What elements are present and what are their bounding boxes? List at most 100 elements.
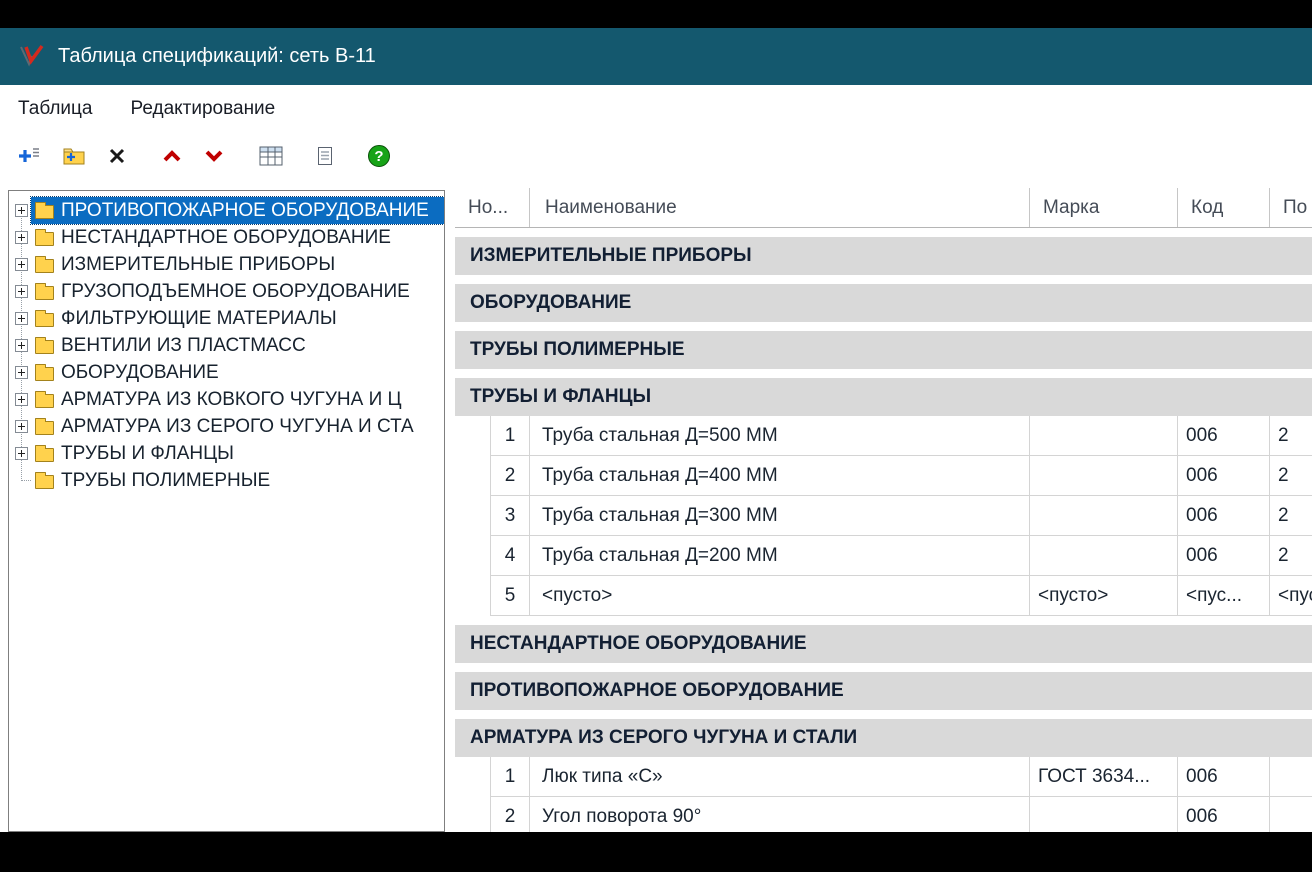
table-view-button[interactable] (256, 140, 286, 174)
cell-name[interactable]: <пусто> (530, 576, 1030, 615)
tree-item[interactable]: ТРУБЫ ПОЛИМЕРНЫЕ (15, 467, 444, 494)
move-up-button[interactable] (158, 140, 186, 174)
cell-kod[interactable]: 006 (1178, 536, 1270, 575)
group-header[interactable]: НЕСТАНДАРТНОЕ ОБОРУДОВАНИЕ (455, 625, 1312, 663)
cell-marka[interactable] (1030, 456, 1178, 495)
tree-item[interactable]: ИЗМЕРИТЕЛЬНЫЕ ПРИБОРЫ (15, 251, 444, 278)
cell-kod[interactable]: 006 (1178, 797, 1270, 832)
menu-item-table[interactable]: Таблица (15, 96, 96, 122)
cell-num[interactable]: 3 (490, 496, 530, 535)
tree-item[interactable]: ГРУЗОПОДЪЕМНОЕ ОБОРУДОВАНИЕ (15, 278, 444, 305)
move-down-button[interactable] (200, 140, 228, 174)
column-header-name[interactable]: Наименование (530, 188, 1030, 227)
tree-item[interactable]: АРМАТУРА ИЗ КОВКОГО ЧУГУНА И Ц (15, 386, 444, 413)
cell-name[interactable]: Люк типа «С» (530, 757, 1030, 796)
tree-item[interactable]: АРМАТУРА ИЗ СЕРОГО ЧУГУНА И СТА (15, 413, 444, 440)
expand-icon[interactable] (15, 312, 28, 325)
cell-num[interactable]: 4 (490, 536, 530, 575)
table-row[interactable]: 5<пусто><пусто><пус...<пусто> (490, 576, 1312, 616)
cell-num[interactable]: 2 (490, 797, 530, 832)
expand-icon[interactable] (15, 366, 28, 379)
group-header[interactable]: ТРУБЫ ПОЛИМЕРНЫЕ (455, 331, 1312, 369)
delete-x-icon (107, 146, 127, 169)
group-header[interactable]: ИЗМЕРИТЕЛЬНЫЕ ПРИБОРЫ (455, 237, 1312, 275)
cell-po[interactable] (1270, 757, 1312, 796)
table-row[interactable]: 2 Угол поворота 90° 006 (490, 797, 1312, 832)
column-header-marka[interactable]: Марка (1030, 188, 1178, 227)
cell-kod[interactable]: 006 (1178, 456, 1270, 495)
cell-name[interactable]: Труба стальная Д=500 ММ (530, 416, 1030, 455)
spec-table: Но... Наименование Марка Код По ИЗМЕРИТЕЛЬНЫ… (455, 188, 1312, 832)
group-header[interactable]: ПРОТИВОПОЖАРНОЕ ОБОРУДОВАНИЕ (455, 672, 1312, 710)
folder-icon (35, 310, 54, 327)
table-row[interactable]: 3 Труба стальная Д=300 ММ 006 2 (490, 496, 1312, 536)
table-row[interactable]: 1 Люк типа «С» ГОСТ 3634... 006 (490, 757, 1312, 797)
menu-item-edit[interactable]: Редактирование (128, 96, 279, 122)
tree-item-label: ИЗМЕРИТЕЛЬНЫЕ ПРИБОРЫ (61, 253, 336, 275)
expand-icon[interactable] (15, 339, 28, 352)
tree-item-hit-area: ФИЛЬТРУЮЩИЕ МАТЕРИАЛЫ (31, 305, 444, 332)
table-row[interactable]: 1 Труба стальная Д=500 ММ 006 2 (490, 416, 1312, 456)
cell-po[interactable] (1270, 797, 1312, 832)
tree-item[interactable]: ОБОРУДОВАНИЕ (15, 359, 444, 386)
expand-icon[interactable] (15, 285, 28, 298)
tree-item[interactable]: ТРУБЫ И ФЛАНЦЫ (15, 440, 444, 467)
column-header-num[interactable]: Но... (455, 188, 530, 227)
delete-button[interactable] (104, 140, 130, 174)
group-header[interactable]: АРМАТУРА ИЗ СЕРОГО ЧУГУНА И СТАЛИ (455, 719, 1312, 757)
cell-marka[interactable] (1030, 496, 1178, 535)
column-header-kod[interactable]: Код (1178, 188, 1270, 227)
cell-po[interactable]: 2 (1270, 496, 1312, 535)
cell-po[interactable]: 2 (1270, 416, 1312, 455)
folder-plus-icon (61, 145, 87, 170)
cell-kod[interactable]: 006 (1178, 416, 1270, 455)
table-header: Но... Наименование Марка Код По (455, 188, 1312, 228)
folder-icon (35, 256, 54, 273)
cell-po[interactable]: <пусто> (1270, 576, 1312, 615)
cell-kod[interactable]: 006 (1178, 496, 1270, 535)
report-button[interactable] (314, 140, 336, 174)
insert-section-button[interactable] (58, 140, 90, 174)
cell-marka[interactable] (1030, 416, 1178, 455)
cell-marka[interactable] (1030, 797, 1178, 832)
cell-marka[interactable]: ГОСТ 3634... (1030, 757, 1178, 796)
cell-num[interactable]: 5 (490, 576, 530, 615)
cell-name[interactable]: Труба стальная Д=400 ММ (530, 456, 1030, 495)
cell-num[interactable]: 2 (490, 456, 530, 495)
cell-po[interactable]: 2 (1270, 536, 1312, 575)
cell-num[interactable]: 1 (490, 416, 530, 455)
content-area: ПРОТИВОПОЖАРНОЕ ОБОРУДОВАНИЕ НЕСТАНДАРТНО… (0, 182, 1312, 832)
table-row[interactable]: 2 Труба стальная Д=400 ММ 006 2 (490, 456, 1312, 496)
cell-name[interactable]: Труба стальная Д=200 ММ (530, 536, 1030, 575)
column-header-po[interactable]: По (1270, 188, 1312, 227)
tree-item[interactable]: ФИЛЬТРУЮЩИЕ МАТЕРИАЛЫ (15, 305, 444, 332)
tree-item[interactable]: ПРОТИВОПОЖАРНОЕ ОБОРУДОВАНИЕ (15, 196, 444, 225)
expand-icon[interactable] (15, 231, 28, 244)
folder-icon (35, 202, 54, 219)
cell-kod[interactable]: 006 (1178, 757, 1270, 796)
cell-po[interactable]: 2 (1270, 456, 1312, 495)
group-header[interactable]: ОБОРУДОВАНИЕ (455, 284, 1312, 322)
folder-icon (35, 418, 54, 435)
title-bar[interactable]: Таблица спецификаций: сеть В-11 (0, 28, 1312, 85)
cell-marka[interactable] (1030, 536, 1178, 575)
cell-marka[interactable]: <пусто> (1030, 576, 1178, 615)
cell-name[interactable]: Труба стальная Д=300 ММ (530, 496, 1030, 535)
add-row-button[interactable] (12, 140, 44, 174)
cell-num[interactable]: 1 (490, 757, 530, 796)
tree-item[interactable]: ВЕНТИЛИ ИЗ ПЛАСТМАСС (15, 332, 444, 359)
help-button[interactable]: ? (364, 140, 394, 174)
folder-icon (35, 445, 54, 462)
table-row[interactable]: 4 Труба стальная Д=200 ММ 006 2 (490, 536, 1312, 576)
tree-item-label: ВЕНТИЛИ ИЗ ПЛАСТМАСС (61, 334, 306, 356)
tree-item-hit-area: АРМАТУРА ИЗ СЕРОГО ЧУГУНА И СТА (31, 413, 444, 440)
expand-icon[interactable] (15, 393, 28, 406)
tree-item[interactable]: НЕСТАНДАРТНОЕ ОБОРУДОВАНИЕ (15, 224, 444, 251)
cell-name[interactable]: Угол поворота 90° (530, 797, 1030, 832)
expand-icon[interactable] (15, 447, 28, 460)
expand-icon[interactable] (15, 258, 28, 271)
cell-kod[interactable]: <пус... (1178, 576, 1270, 615)
expand-icon[interactable] (15, 204, 28, 217)
expand-icon[interactable] (15, 420, 28, 433)
group-header[interactable]: ТРУБЫ И ФЛАНЦЫ (455, 378, 1312, 416)
